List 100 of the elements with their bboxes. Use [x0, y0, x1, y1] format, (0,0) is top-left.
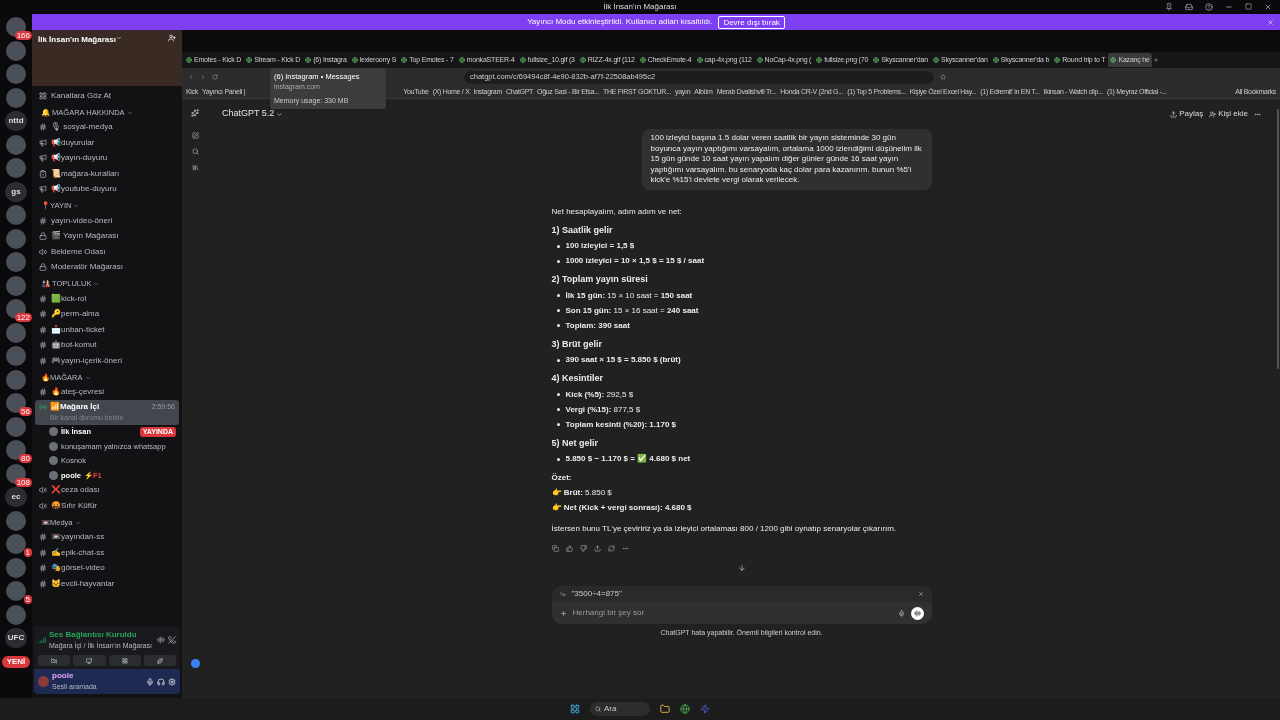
channel-item[interactable]: 📢duyurular: [35, 135, 179, 151]
voice-control-button[interactable]: [38, 655, 71, 666]
reply-icon: [559, 591, 566, 597]
caret-icon: [276, 110, 284, 118]
unread-badge: 80: [19, 454, 32, 463]
window-title: İlk İnsan'ın Mağarası: [603, 1, 677, 13]
help-icon[interactable]: [1205, 3, 1213, 11]
add-person-button[interactable]: Kişi ekle: [1209, 108, 1248, 120]
channel-item[interactable]: ✍epik-chat-ss: [35, 545, 179, 561]
copy-icon[interactable]: [551, 545, 559, 552]
list-item: İlk 15 gün: 15 × 10 saat = 150 saat: [565, 289, 693, 302]
channel-item[interactable]: 📼yayından-ss: [35, 529, 179, 545]
channel-item[interactable]: 🟩kick-rol: [35, 291, 179, 307]
search-icon[interactable]: [191, 148, 199, 155]
share-button[interactable]: Paylaş: [1170, 108, 1204, 120]
channel-item[interactable]: 🎭görsel-video: [35, 560, 179, 576]
channel-item[interactable]: 🔥ateş-çevresi: [35, 384, 179, 400]
server-icon[interactable]: gs: [5, 181, 27, 202]
channel-item[interactable]: 🐱evcil-hayvanlar: [35, 576, 179, 592]
maximize-icon[interactable]: [1245, 3, 1252, 10]
thumbs-down-icon[interactable]: [579, 545, 587, 552]
channel-item[interactable]: ❌ceza odası: [35, 482, 179, 498]
grid-icon: [39, 91, 47, 100]
plus-icon[interactable]: [559, 609, 567, 617]
forward-icon[interactable]: [200, 74, 206, 80]
minimize-icon[interactable]: [1225, 3, 1233, 11]
channel-item[interactable]: 🔑perm-alma: [35, 306, 179, 322]
channel-name: 📶Mağara İçi: [50, 401, 100, 413]
model-selector[interactable]: ChatGPT 5.2: [222, 107, 284, 121]
hash-icon: [39, 356, 47, 365]
site-icon: [816, 57, 823, 63]
hash-icon: [39, 579, 47, 588]
scrollbar[interactable]: [1276, 109, 1279, 369]
new-chat-icon[interactable]: [191, 132, 199, 139]
channel-item[interactable]: 📢yayın-duyuru: [35, 150, 179, 166]
new-button[interactable]: YENİ: [2, 655, 30, 668]
folder-icon[interactable]: [660, 704, 670, 714]
channel-item[interactable]: 📜mağara-kuralları: [35, 166, 179, 182]
channel-item[interactable]: 📢youtube-duyuru: [35, 181, 179, 197]
section-heading: 1) Saatlik gelir: [551, 223, 614, 237]
bullet-icon: [556, 358, 560, 362]
refresh-icon[interactable]: [607, 545, 615, 552]
close-icon[interactable]: [917, 591, 924, 597]
checklist-icon: [39, 169, 47, 178]
taskbar-search[interactable]: Ara: [590, 702, 650, 716]
channel-item[interactable]: 🎙 sosyal-medya: [35, 119, 179, 135]
channel-item[interactable]: 🎮yayın-içerik-öneri: [35, 353, 179, 369]
inbox-icon[interactable]: [1185, 3, 1193, 11]
start-icon[interactable]: [570, 704, 580, 714]
scroll-down-icon[interactable]: [737, 564, 746, 572]
unread-badge: 5: [23, 595, 32, 604]
channel-item[interactable]: Kanallara Göz At: [35, 88, 179, 104]
unread-badge: 108: [14, 477, 32, 487]
close-icon[interactable]: [1264, 3, 1272, 11]
hash-icon: [39, 564, 47, 573]
server-name[interactable]: İlk İnsan'ın Mağarası: [38, 34, 116, 46]
soundwave-icon[interactable]: [157, 635, 165, 644]
message-field[interactable]: "3500÷4=875" Herhangi bir şey sor: [551, 586, 932, 624]
disable-button[interactable]: Devre dışı bırak: [718, 15, 785, 29]
megaphone-icon: [39, 138, 47, 147]
screen-share-icon: [86, 657, 93, 664]
channel-item[interactable]: 📩unban-ticket: [35, 322, 179, 338]
message-input[interactable]: Herhangi bir şey sor: [572, 607, 892, 619]
library-icon[interactable]: [191, 164, 199, 171]
channel-item[interactable]: Bekleme Odası: [35, 244, 179, 260]
microphone-icon[interactable]: [897, 609, 905, 617]
summary-line: 👉 Net (Kick + vergi sonrası): 4.680 $: [551, 502, 693, 514]
channel-item[interactable]: 🎬 Yayın Mağarası: [35, 228, 179, 244]
voice-control-button[interactable]: [143, 655, 176, 666]
invite-icon[interactable]: [168, 34, 176, 42]
lock-icon: [39, 263, 47, 272]
voice-control-button[interactable]: [108, 655, 141, 666]
voice-mode-button[interactable]: [910, 606, 924, 620]
reload-icon[interactable]: [212, 74, 218, 80]
channel-item[interactable]: 🤬Sıfır Küfür: [35, 498, 179, 514]
banner-text: Yayıncı Modu etkinleştirildi. Kullanıcı adları kısaltıldı.: [527, 16, 713, 28]
voice-control-button[interactable]: [73, 655, 106, 666]
server-icon[interactable]: nttd: [5, 111, 27, 131]
hash-icon: [39, 216, 47, 225]
browser-icon[interactable]: [680, 704, 690, 714]
server-icon[interactable]: ec: [5, 487, 27, 507]
username: poole: [52, 670, 75, 683]
star-icon[interactable]: [940, 74, 946, 80]
thumbs-up-icon[interactable]: [565, 545, 573, 552]
back-icon[interactable]: [188, 74, 194, 80]
settings-icon[interactable]: [168, 677, 176, 686]
microphone-icon[interactable]: [146, 677, 154, 686]
headphones-icon[interactable]: [157, 677, 165, 686]
channel-item[interactable]: Moderatör Mağarası: [35, 259, 179, 275]
channel-item[interactable]: yayın-video-öneri: [35, 213, 179, 229]
chevron-icon: [73, 203, 80, 209]
share-icon[interactable]: [593, 545, 601, 552]
new-tab-icon[interactable]: [1152, 57, 1159, 63]
pin-icon[interactable]: [1165, 3, 1173, 11]
channel-item[interactable]: 🤖bot-komut: [35, 337, 179, 353]
disconnect-icon[interactable]: [168, 635, 176, 644]
site-icon: [756, 57, 763, 63]
avatar[interactable]: [190, 659, 200, 668]
server-icon[interactable]: UFC: [5, 628, 27, 648]
site-icon: [351, 57, 358, 63]
